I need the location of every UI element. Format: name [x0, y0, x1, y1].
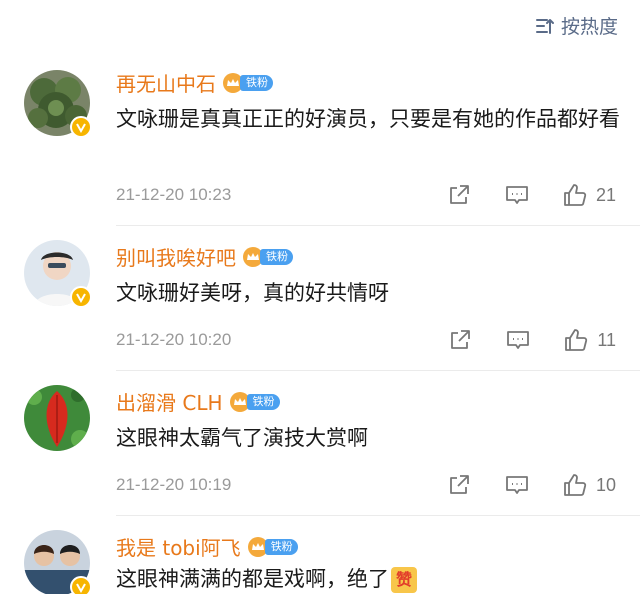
comment-icon — [506, 186, 528, 204]
fan-badge-label: 铁粉 — [246, 393, 280, 410]
share-icon — [450, 185, 469, 204]
thumbs-up-icon — [564, 184, 587, 206]
thumbs-up-icon — [564, 474, 587, 496]
reply-button[interactable] — [504, 472, 530, 498]
comment-icon — [506, 476, 528, 494]
divider — [116, 515, 640, 516]
like-button[interactable]: 10 — [562, 472, 616, 498]
username[interactable]: 再无山中石 — [116, 68, 216, 97]
comment-text: 文咏珊好美呀，真的好共情呀 — [116, 281, 389, 305]
share-button[interactable] — [447, 327, 473, 353]
divider — [116, 225, 640, 226]
avatar[interactable] — [24, 530, 92, 594]
fan-badge-label: 铁粉 — [240, 74, 273, 91]
comment-text: 这眼神满满的都是戏啊，绝了 — [116, 567, 389, 591]
comment-text: 这眼神太霸气了演技大赏啊 — [116, 426, 368, 450]
verified-badge-icon — [70, 116, 92, 138]
sort-by-hot-button[interactable]: 按热度 — [535, 12, 618, 39]
avatar[interactable] — [24, 385, 90, 451]
comment-text: 文咏珊是真真正正的好演员，只要是有她的作品都好看 — [116, 107, 620, 131]
reply-button[interactable] — [505, 327, 531, 353]
username[interactable]: 出溜滑 CLH — [116, 387, 223, 416]
reply-button[interactable] — [504, 182, 530, 208]
like-button[interactable]: 21 — [562, 182, 616, 208]
like-count: 10 — [595, 474, 616, 495]
comment-time: 21-12-20 10:23 — [116, 185, 232, 204]
divider — [116, 370, 640, 371]
sort-icon — [535, 18, 554, 34]
fan-badge-label: 铁粉 — [260, 248, 293, 265]
comment-time: 21-12-20 10:19 — [116, 475, 232, 494]
share-icon — [451, 330, 471, 349]
fan-badge: 铁粉 — [222, 72, 273, 94]
share-button[interactable] — [446, 182, 472, 208]
fan-badge: 铁粉 — [247, 536, 298, 558]
comment-time: 21-12-20 10:20 — [116, 330, 232, 349]
comment-icon — [507, 331, 530, 349]
avatar[interactable] — [24, 70, 92, 138]
share-button[interactable] — [446, 472, 472, 498]
like-count: 21 — [595, 184, 616, 205]
like-count: 11 — [597, 329, 616, 350]
thumbs-up-icon — [565, 329, 588, 351]
red-leaf-avatar — [24, 385, 90, 451]
verified-badge-icon — [70, 286, 92, 308]
avatar[interactable] — [24, 240, 92, 308]
fan-badge: 铁粉 — [229, 391, 280, 413]
username[interactable]: 我是 tobi阿飞 — [116, 532, 241, 561]
sort-label: 按热度 — [560, 16, 618, 38]
fan-badge-label: 铁粉 — [264, 538, 298, 555]
zan-emoji-icon: 赞 — [391, 567, 417, 593]
username[interactable]: 别叫我唉好吧 — [116, 242, 236, 271]
fan-badge: 铁粉 — [242, 246, 293, 268]
verified-badge-icon — [70, 576, 92, 594]
share-icon — [450, 475, 469, 494]
comment-text-container: 这眼神满满的都是戏啊，绝了赞 — [116, 562, 621, 594]
like-button[interactable]: 11 — [563, 327, 616, 353]
